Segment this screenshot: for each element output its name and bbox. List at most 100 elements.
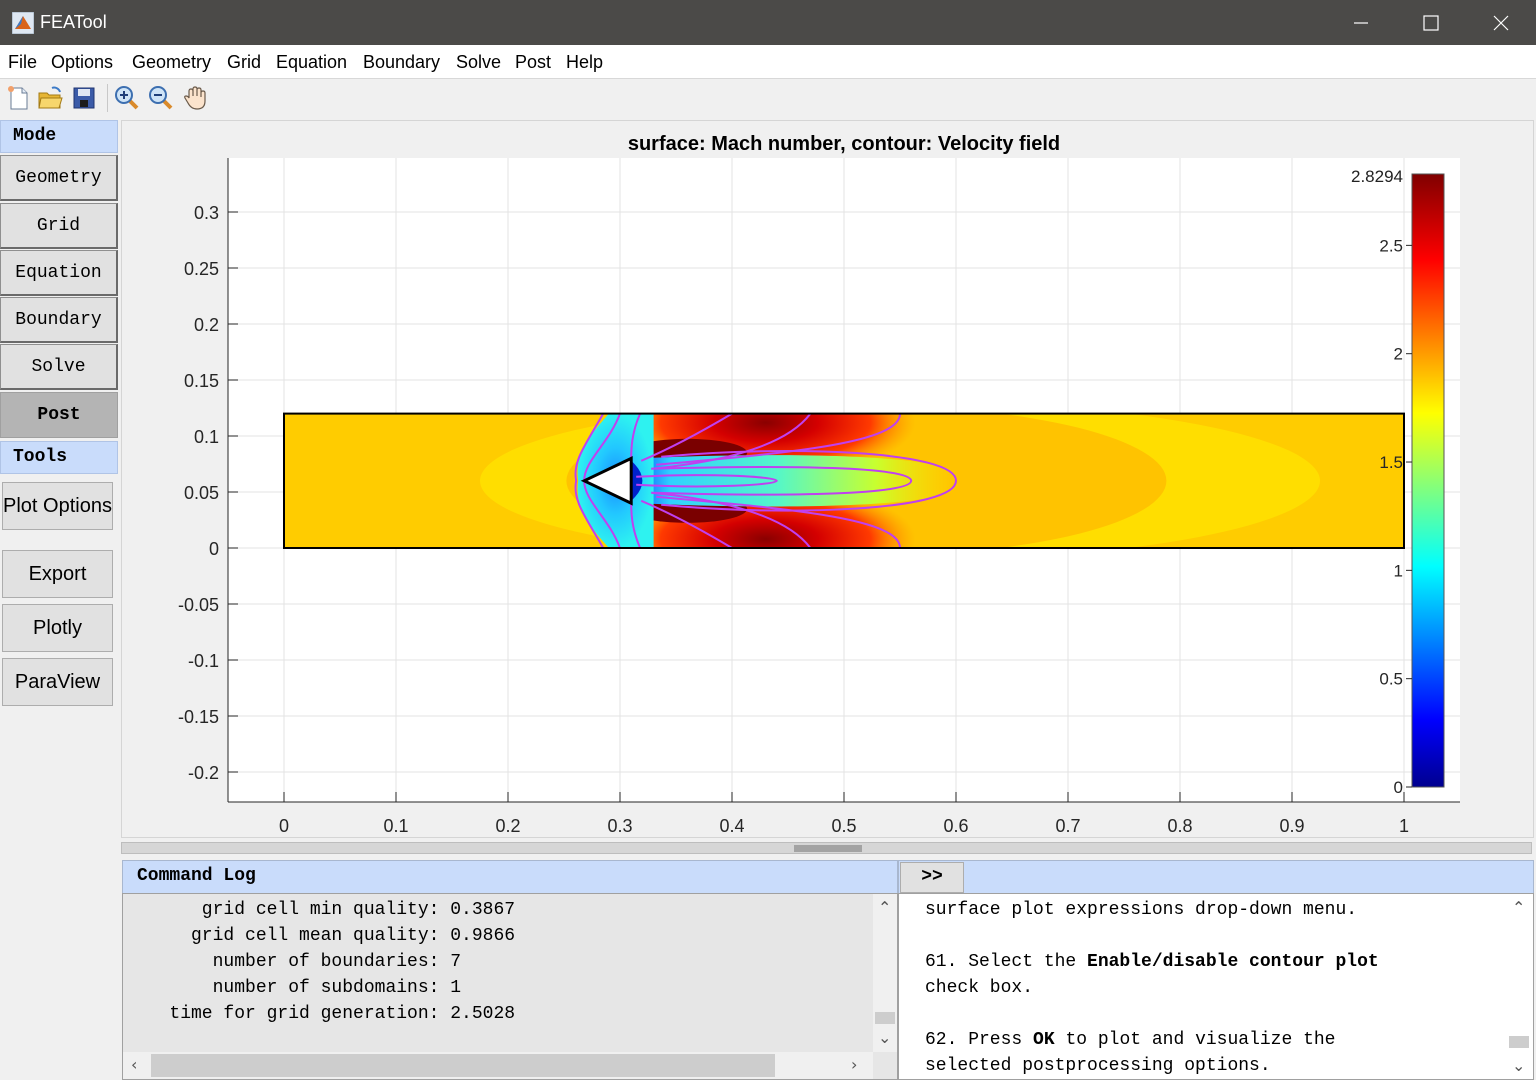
window-title: FEATool [40, 12, 107, 32]
mode-boundary-button[interactable]: Boundary [0, 297, 118, 343]
menu-boundary[interactable]: Boundary [363, 52, 440, 73]
mode-header: Mode [0, 120, 118, 153]
maximize-icon [1423, 14, 1439, 31]
colorbar-tick-label: 1.5 [1379, 453, 1403, 472]
log-line: number of subdomains: 1 [137, 978, 462, 998]
mode-equation-button[interactable]: Equation [0, 250, 118, 296]
plot-panel: 0 0.1 0.2 0.3 0.4 0.5 0.6 0.7 0.8 0.9 1 -0.2 -0.15 -… [121, 120, 1534, 838]
scroll-up-icon[interactable]: ⌃ [1512, 898, 1525, 917]
log-line: grid cell min quality: 0.3867 [137, 900, 516, 920]
floppy-disk-icon[interactable] [70, 84, 98, 112]
help-line: selected postprocessing options. [925, 1056, 1271, 1076]
y-tick-label: -0.15 [178, 707, 219, 727]
matlab-logo-icon [12, 12, 34, 34]
colorbar-tick-label: 0 [1394, 778, 1403, 797]
plot-canvas[interactable]: 0 0.1 0.2 0.3 0.4 0.5 0.6 0.7 0.8 0.9 1 -0.2 -0.15 -… [122, 121, 1535, 839]
help-vertical-scrollbar[interactable]: ⌃ ⌄ [1507, 894, 1531, 1079]
plotly-button[interactable]: Plotly [2, 604, 113, 652]
zoom-out-icon[interactable] [147, 84, 175, 112]
command-log-header: Command Log [122, 860, 898, 894]
help-header [898, 860, 1534, 894]
log-line: time for grid generation: 2.5028 [137, 1004, 516, 1024]
command-log-body: grid cell min quality: 0.3867 grid cell … [122, 893, 898, 1080]
close-button[interactable] [1466, 0, 1536, 45]
y-tick-label: 0.05 [184, 483, 219, 503]
scroll-right-icon[interactable]: › [851, 1055, 857, 1074]
x-tick-label: 0.3 [607, 816, 632, 836]
panel-splitter[interactable] [121, 842, 1532, 854]
y-tick-label: -0.1 [188, 651, 219, 671]
colorbar [1411, 173, 1445, 788]
mode-geometry-button[interactable]: Geometry [0, 155, 118, 201]
new-document-icon[interactable] [4, 84, 32, 112]
help-vscroll-thumb[interactable] [1509, 1036, 1529, 1048]
y-tick-label: 0.2 [194, 315, 219, 335]
toolbar-separator [107, 84, 108, 112]
sidebar: Mode Geometry Grid Equation Boundary Sol… [0, 120, 120, 1080]
colorbar-tick-label: 0.5 [1379, 670, 1403, 689]
scroll-up-icon[interactable]: ⌃ [878, 898, 891, 917]
minimize-icon [1354, 21, 1368, 24]
help-line: 62. Press OK to plot and visualize the [925, 1030, 1336, 1050]
menu-grid[interactable]: Grid [227, 52, 261, 73]
menu-equation[interactable]: Equation [276, 52, 347, 73]
help-line: 61. Select the Enable/disable contour pl… [925, 952, 1379, 972]
menu-geometry[interactable]: Geometry [132, 52, 211, 73]
help-text-area: surface plot expressions drop-down menu.… [898, 893, 1534, 1080]
zoom-in-icon[interactable] [113, 84, 141, 112]
help-line: surface plot expressions drop-down menu. [925, 900, 1357, 920]
log-vscroll-thumb[interactable] [875, 1012, 895, 1024]
log-line: grid cell mean quality: 0.9866 [137, 926, 516, 946]
y-tick-label: 0.25 [184, 259, 219, 279]
log-line: number of boundaries: 7 [137, 952, 462, 972]
minimize-button[interactable] [1326, 0, 1396, 45]
colorbar-tick-label: 2.5 [1379, 236, 1403, 255]
hand-pan-icon[interactable] [181, 84, 209, 112]
menu-help[interactable]: Help [566, 52, 603, 73]
help-text: to plot and visualize the [1054, 1030, 1336, 1050]
help-bold-text: Enable/disable contour plot [1087, 952, 1379, 972]
menu-solve[interactable]: Solve [456, 52, 501, 73]
help-text: 61. Select the [925, 952, 1088, 972]
scroll-down-icon[interactable]: ⌄ [878, 1028, 891, 1047]
help-text: selected postprocessing options. [925, 1056, 1271, 1076]
export-button[interactable]: Export [2, 550, 113, 598]
mode-solve-button[interactable]: Solve [0, 344, 118, 390]
y-tick-label: 0.1 [194, 427, 219, 447]
y-tick-label: -0.05 [178, 595, 219, 615]
help-text: 62. Press [925, 1030, 1034, 1050]
menu-file[interactable]: File [8, 52, 37, 73]
paraview-button[interactable]: ParaView [2, 658, 113, 706]
menu-post[interactable]: Post [515, 52, 551, 73]
colorbar-max-label: 2.8294 [1351, 167, 1403, 186]
x-tick-label: 0 [279, 816, 289, 836]
x-tick-label: 0.7 [1055, 816, 1080, 836]
log-hscroll-thumb[interactable] [151, 1054, 775, 1077]
menu-options[interactable]: Options [51, 52, 113, 73]
help-bold-text: OK [1033, 1030, 1055, 1050]
toolbar [0, 80, 1536, 118]
x-tick-label: 0.4 [719, 816, 744, 836]
open-folder-icon[interactable] [36, 84, 64, 112]
scroll-left-icon[interactable]: ‹ [131, 1055, 137, 1074]
title-bar: FEATool [0, 0, 1536, 45]
command-log-panel: Command Log grid cell min quality: 0.386… [122, 860, 898, 1080]
menu-bar: File Options Geometry Grid Equation Boun… [0, 45, 1536, 79]
splitter-grip[interactable] [794, 845, 862, 852]
help-panel: >> surface plot expressions drop-down me… [898, 860, 1534, 1080]
mode-post-button[interactable]: Post [0, 392, 118, 438]
x-tick-label: 0.1 [383, 816, 408, 836]
log-horizontal-scrollbar[interactable]: ‹ › [123, 1052, 873, 1079]
plot-title: surface: Mach number, contour: Velocity … [628, 133, 1060, 155]
log-vertical-scrollbar[interactable]: ⌃ ⌄ [873, 894, 897, 1052]
y-tick-label: 0 [209, 539, 219, 559]
toggle-help-button[interactable]: >> [900, 862, 964, 893]
x-tick-label: 0.9 [1279, 816, 1304, 836]
y-tick-label: 0.3 [194, 203, 219, 223]
maximize-button[interactable] [1396, 0, 1466, 45]
mode-grid-button[interactable]: Grid [0, 203, 118, 249]
plot-options-button[interactable]: Plot Options [2, 482, 113, 530]
scroll-down-icon[interactable]: ⌄ [1512, 1056, 1525, 1075]
colorbar-tick-label: 2 [1394, 345, 1403, 364]
x-tick-label: 0.8 [1167, 816, 1192, 836]
